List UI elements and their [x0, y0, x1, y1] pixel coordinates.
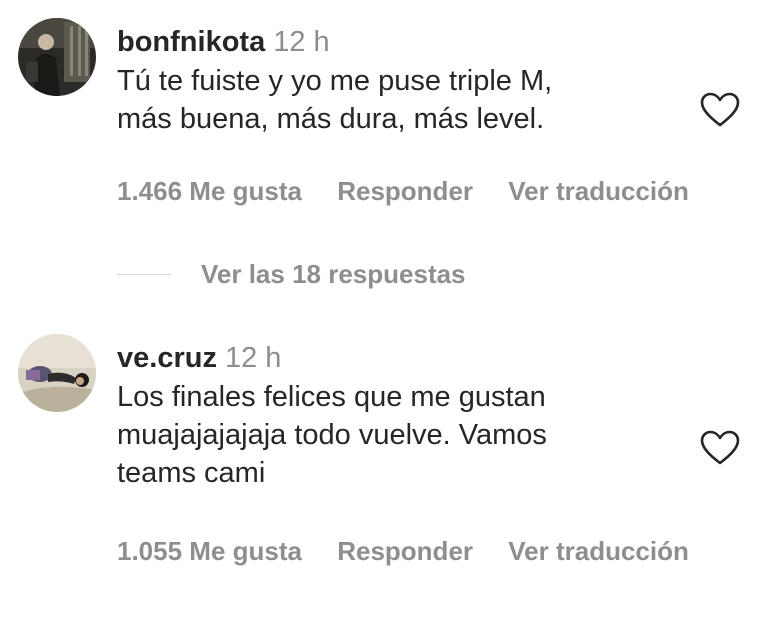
comment-text-line: muajajajajaja todo vuelve. Vamos: [117, 419, 547, 451]
timestamp[interactable]: 12 h: [273, 26, 329, 58]
comment-text-line: más buena, más dura, más level.: [117, 103, 545, 135]
comment-header: bonfnikota 12 h: [117, 24, 677, 60]
avatar[interactable]: [18, 334, 96, 412]
username[interactable]: bonfnikota: [117, 26, 265, 58]
comment-actions: 1.466 Me gusta Responder Ver traducción: [117, 176, 717, 207]
comment-text-line: Los finales felices que me gustan: [117, 381, 546, 413]
like-count[interactable]: 1.055 Me gusta: [117, 536, 302, 566]
translate-button[interactable]: Ver traducción: [508, 536, 689, 566]
comment-actions: 1.055 Me gusta Responder Ver traducción: [117, 536, 717, 567]
comment-header: ve.cruz 12 h: [117, 340, 677, 376]
reply-button[interactable]: Responder: [337, 176, 473, 206]
timestamp[interactable]: 12 h: [225, 342, 281, 374]
avatar-photo-icon: [18, 18, 96, 96]
view-replies[interactable]: Ver las 18 respuestas: [117, 256, 466, 292]
heart-outline-icon[interactable]: [700, 92, 740, 128]
reply-button[interactable]: Responder: [337, 536, 473, 566]
comment-text: Los finales felices que me gustan muajaj…: [117, 378, 677, 492]
comments-section: bonfnikota 12 h Tú te fuiste y yo me puse…: [0, 0, 767, 621]
username[interactable]: ve.cruz: [117, 342, 217, 374]
comment-body: ve.cruz 12 h Los finales felices que me g…: [117, 340, 677, 492]
comment-text-line: teams cami: [117, 457, 266, 489]
translate-button[interactable]: Ver traducción: [508, 176, 689, 206]
comment-text: Tú te fuiste y yo me puse triple M, más …: [117, 62, 677, 138]
replies-divider: [117, 273, 171, 275]
avatar-photo-icon: [18, 334, 96, 412]
avatar[interactable]: [18, 18, 96, 96]
heart-outline-icon[interactable]: [700, 430, 740, 466]
comment-body: bonfnikota 12 h Tú te fuiste y yo me puse…: [117, 24, 677, 138]
like-count[interactable]: 1.466 Me gusta: [117, 176, 302, 206]
comment-text-line: Tú te fuiste y yo me puse triple M,: [117, 65, 553, 97]
view-replies-label[interactable]: Ver las 18 respuestas: [201, 259, 466, 290]
